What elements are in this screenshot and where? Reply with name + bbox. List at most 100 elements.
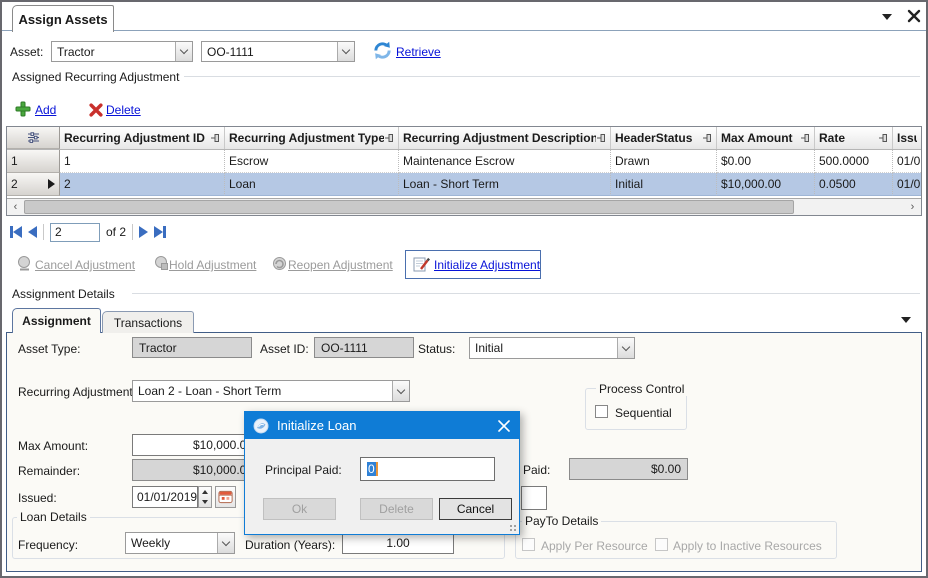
pin-icon	[596, 133, 606, 143]
column-header-headerstatus[interactable]: HeaderStatus	[611, 127, 717, 149]
refresh-icon[interactable]	[371, 40, 394, 64]
cell-type[interactable]: Loan	[225, 173, 399, 196]
panel-menu-caret-icon[interactable]	[901, 317, 911, 323]
max-amount-input[interactable]: $10,000.00	[132, 434, 260, 456]
cell-rate[interactable]: 500.0000	[815, 150, 893, 173]
asset-id-dropdown-icon[interactable]	[337, 42, 354, 61]
hold-adjustment-icon	[153, 255, 170, 275]
asset-id-combobox[interactable]: OO-1111	[201, 41, 355, 62]
hold-adjustment-link[interactable]: Hold Adjustment	[169, 258, 256, 272]
asset-id-combobox-value: OO-1111	[202, 45, 337, 59]
cell-issued[interactable]: 01/01/	[893, 150, 921, 173]
status-dropdown-icon[interactable]	[617, 338, 634, 358]
process-control-title: Process Control	[596, 382, 687, 396]
column-header-max-amount[interactable]: Max Amount	[717, 127, 815, 149]
asset-type-combobox[interactable]: Tractor	[51, 41, 193, 62]
scroll-left-icon[interactable]: ‹	[7, 199, 24, 215]
grid-row-1[interactable]: 1 1 Escrow Maintenance Escrow Drawn $0.0…	[7, 150, 921, 173]
cell-max-amount[interactable]: $0.00	[717, 150, 815, 173]
row-header-2[interactable]: 2	[7, 173, 60, 196]
frequency-dropdown-icon[interactable]	[217, 533, 234, 553]
cell-status[interactable]: Initial	[611, 173, 717, 196]
scrollbar-track[interactable]	[24, 199, 904, 215]
cell-issued[interactable]: 01/01/	[893, 173, 921, 196]
column-header-recurring-adjustment-description[interactable]: Recurring Adjustment Description	[399, 127, 611, 149]
page-number-input[interactable]: 2	[50, 223, 100, 242]
frequency-combobox-value: Weekly	[126, 536, 217, 550]
grid-row-2-selected[interactable]: 2 2 Loan Loan - Short Term Initial $10,0…	[7, 173, 921, 196]
frequency-combobox[interactable]: Weekly	[125, 532, 235, 554]
duration-input[interactable]: 1.00	[342, 532, 454, 554]
window-close-icon[interactable]	[906, 8, 922, 24]
assignment-details-line	[132, 293, 920, 294]
apply-to-inactive-checkbox[interactable]	[655, 538, 668, 551]
add-icon[interactable]	[15, 101, 31, 120]
initialize-adjustment-link[interactable]: Initialize Adjustment	[434, 258, 540, 272]
issued-date-input[interactable]: 01/01/2019	[132, 486, 198, 508]
column-header-recurring-adjustment-type[interactable]: Recurring Adjustment Type	[225, 127, 399, 149]
add-link[interactable]: Add	[35, 103, 56, 117]
asset-type-field: Tractor	[132, 337, 252, 358]
cell-description[interactable]: Maintenance Escrow	[399, 150, 611, 173]
principal-paid-input[interactable]: 0	[360, 457, 495, 481]
cell-id[interactable]: 2	[60, 173, 225, 196]
spinner-up-icon[interactable]	[199, 487, 211, 497]
calendar-button[interactable]	[215, 486, 236, 508]
remainder-label: Remainder:	[18, 464, 80, 478]
last-page-icon[interactable]	[154, 226, 166, 238]
retrieve-link[interactable]: Retrieve	[396, 45, 441, 59]
delete-button[interactable]: Delete	[360, 498, 433, 520]
status-combobox[interactable]: Initial	[469, 337, 635, 359]
tab-assignment[interactable]: Assignment	[12, 308, 101, 333]
initialize-adjustment-button[interactable]: Initialize Adjustment	[405, 250, 541, 279]
row-header-1[interactable]: 1	[7, 150, 60, 173]
dialog-titlebar[interactable]: Initialize Loan	[245, 412, 519, 439]
principal-paid-value: 0	[367, 462, 376, 476]
asset-type-dropdown-icon[interactable]	[175, 42, 192, 61]
previous-page-icon[interactable]	[28, 226, 37, 238]
scroll-right-icon[interactable]: ›	[904, 199, 921, 215]
issued-date-spinner[interactable]	[198, 486, 212, 508]
cell-type[interactable]: Escrow	[225, 150, 399, 173]
dialog-title: Initialize Loan	[277, 418, 497, 433]
tab-transactions[interactable]: Transactions	[102, 311, 194, 333]
issued-label: Issued:	[18, 491, 57, 505]
sequential-label: Sequential	[615, 406, 672, 420]
cell-id[interactable]: 1	[60, 150, 225, 173]
ok-button[interactable]: Ok	[263, 498, 336, 520]
grid-field-chooser-button[interactable]	[7, 127, 60, 149]
sequential-checkbox[interactable]	[595, 405, 608, 418]
recurring-adjustment-combobox[interactable]: Loan 2 - Loan - Short Term	[132, 380, 410, 402]
delete-icon[interactable]	[89, 103, 103, 120]
dialog-close-icon[interactable]	[497, 419, 511, 433]
status-combobox-value: Initial	[470, 341, 617, 355]
column-header-recurring-adjustment-id[interactable]: Recurring Adjustment ID	[60, 127, 225, 149]
cancel-button[interactable]: Cancel	[439, 498, 512, 520]
scrollbar-thumb[interactable]	[24, 200, 794, 214]
cell-status[interactable]: Drawn	[611, 150, 717, 173]
max-amount-label: Max Amount:	[18, 439, 88, 453]
grid-horizontal-scrollbar[interactable]: ‹ ›	[7, 198, 921, 215]
reopen-adjustment-link[interactable]: Reopen Adjustment	[288, 258, 393, 272]
tabstrip-divider	[2, 30, 926, 31]
pin-icon	[878, 133, 888, 143]
cell-rate[interactable]: 0.0500	[815, 173, 893, 196]
tab-assign-assets[interactable]: Assign Assets	[12, 5, 114, 32]
recurring-adjustment-dropdown-icon[interactable]	[392, 381, 409, 401]
next-page-icon[interactable]	[139, 226, 148, 238]
delete-link[interactable]: Delete	[106, 103, 141, 117]
partially-hidden-field[interactable]	[521, 486, 547, 510]
pager-separator	[132, 224, 133, 240]
adjustments-grid: Recurring Adjustment ID Recurring Adjust…	[6, 126, 922, 216]
window-menu-caret-icon[interactable]	[882, 14, 892, 20]
cell-description[interactable]: Loan - Short Term	[399, 173, 611, 196]
first-page-icon[interactable]	[10, 226, 22, 238]
column-header-issued[interactable]: Issued	[893, 127, 921, 149]
column-header-rate[interactable]: Rate	[815, 127, 893, 149]
spinner-down-icon[interactable]	[199, 497, 211, 507]
record-pager: 2 of 2	[10, 221, 166, 243]
cell-max-amount[interactable]: $10,000.00	[717, 173, 815, 196]
dialog-resize-grip[interactable]	[508, 523, 517, 532]
apply-per-resource-checkbox[interactable]	[522, 538, 535, 551]
cancel-adjustment-link[interactable]: Cancel Adjustment	[35, 258, 135, 272]
